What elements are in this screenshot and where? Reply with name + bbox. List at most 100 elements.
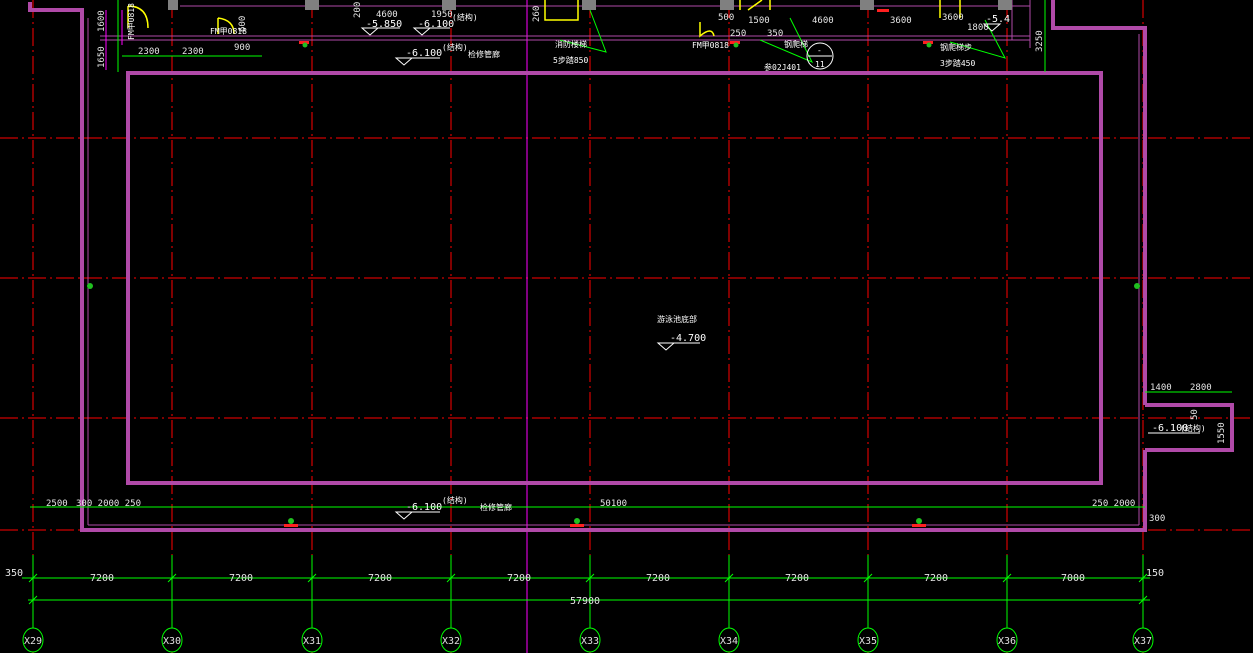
stair-mark-1 bbox=[544, 0, 579, 21]
dim-span-2: 7200 bbox=[229, 573, 253, 584]
elev-label-4: -5.4 bbox=[986, 14, 1010, 25]
top-dim-r-g: 250 bbox=[730, 29, 746, 39]
axis-label-x30: X30 bbox=[163, 636, 181, 647]
door-label-1: FM甲0818 bbox=[210, 27, 247, 36]
dim-right-offset: 150 bbox=[1146, 568, 1164, 579]
post-1 bbox=[168, 0, 178, 10]
top-dim-r-d: 3600 bbox=[890, 16, 912, 26]
stair-ref-2: 参02J401 bbox=[764, 62, 801, 72]
outer-walls bbox=[28, 0, 1234, 532]
axis-label-x33: X33 bbox=[581, 636, 599, 647]
top-dim-left-a: 2300 bbox=[138, 47, 160, 57]
axis-label-x32: X32 bbox=[442, 636, 460, 647]
elev-tri-pool bbox=[656, 342, 676, 351]
stair-label-1: 消防楼梯 bbox=[555, 39, 587, 49]
detail-circle-top: - bbox=[817, 46, 822, 55]
fixture-14 bbox=[733, 42, 739, 48]
top-dim-r-h: 350 bbox=[767, 29, 783, 39]
dim-span-4: 7200 bbox=[507, 573, 531, 584]
top-dim-left-c: 900 bbox=[234, 43, 250, 53]
post-7 bbox=[998, 0, 1012, 10]
post-6 bbox=[860, 0, 874, 10]
fixture-4 bbox=[877, 9, 889, 12]
bottom-labels: -6.100 (结构) 检修管廊 bbox=[406, 495, 512, 513]
inner-dim-right: 250 2000 bbox=[1092, 499, 1135, 509]
pool-elevation: -4.700 bbox=[670, 333, 706, 344]
dim-span-6: 7200 bbox=[785, 573, 809, 584]
dim-total: 57900 bbox=[570, 596, 600, 607]
fixture-7 bbox=[912, 524, 926, 527]
axis-label-x35: X35 bbox=[859, 636, 877, 647]
detail-marker: - 11 bbox=[806, 42, 834, 70]
wall-posts bbox=[168, 0, 1012, 10]
wall-inner-lines bbox=[87, 0, 1140, 526]
elev-note-3: (结构) bbox=[442, 42, 468, 52]
top-dim-r-e: 3600 bbox=[942, 13, 964, 23]
top-dim-r-a: 500 bbox=[718, 13, 734, 23]
inner-dim-mid: 50100 bbox=[600, 499, 627, 509]
fixture-6 bbox=[570, 524, 584, 527]
dim-span-5: 7200 bbox=[646, 573, 670, 584]
stair-mark-2 bbox=[739, 0, 771, 11]
dim-span-1: 7200 bbox=[90, 573, 114, 584]
inner-dim-texts: 2500 300 2000 250 50100 250 2000 300 bbox=[46, 499, 1165, 524]
fixture-10 bbox=[916, 518, 922, 524]
inner-dim-right-edge: 300 bbox=[1149, 514, 1165, 524]
stair-label-2: 钢爬梯 bbox=[784, 39, 808, 49]
top-dim-r-i: 3250 bbox=[1035, 30, 1045, 52]
stair-label-3: 钢爬梯步 bbox=[940, 42, 972, 52]
elevation-symbols bbox=[360, 23, 1200, 520]
fixture-8 bbox=[288, 518, 294, 524]
grid-lines bbox=[0, 0, 1253, 653]
room-dim-d: 1550 bbox=[1217, 422, 1227, 444]
elev-tri-top-3 bbox=[394, 57, 414, 66]
inner-dim-left-a: 2500 bbox=[46, 499, 68, 509]
stair-steps-1: 5步踏850 bbox=[553, 55, 588, 65]
room-dim-c: 50 bbox=[1190, 409, 1200, 420]
outer-wall-left bbox=[28, 2, 1147, 532]
fixture-12 bbox=[1134, 283, 1140, 289]
top-dim-r-b: 1500 bbox=[748, 16, 770, 26]
dim-span-7: 7200 bbox=[924, 573, 948, 584]
note-pipe-top: 检修管廊 bbox=[468, 49, 500, 59]
top-fixtures bbox=[127, 0, 961, 38]
top-dim-v-e: 260 bbox=[532, 6, 542, 22]
pool-name: 游泳池底部 bbox=[657, 314, 697, 324]
axis-label-x36: X36 bbox=[998, 636, 1016, 647]
pool-labels: 游泳池底部 -4.700 bbox=[657, 314, 706, 344]
bottom-elev: -6.100 bbox=[406, 502, 442, 513]
bottom-elev-note: (结构) bbox=[442, 495, 468, 505]
fixture-11 bbox=[87, 283, 93, 289]
dimension-lines bbox=[22, 0, 1232, 628]
stair-steps-3: 3步踏450 bbox=[940, 58, 975, 68]
post-3 bbox=[442, 0, 456, 10]
dim-left-offset: 350 bbox=[5, 568, 23, 579]
fixture-13 bbox=[302, 42, 308, 48]
top-labels: -5.850 -6.100 (结构) -6.100 (结构) -5.4 检修管廊… bbox=[127, 3, 1010, 72]
post-4 bbox=[582, 0, 596, 10]
top-dim-r-c: 4600 bbox=[812, 16, 834, 26]
detail-circle-bottom: 11 bbox=[815, 60, 825, 69]
elev-tri-bottom bbox=[394, 511, 414, 520]
room-dim-b: 2800 bbox=[1190, 383, 1212, 393]
inner-dim-left-b: 300 2000 250 bbox=[76, 499, 141, 509]
elev-label-3: -6.100 bbox=[406, 48, 442, 59]
bottom-dim-texts: 350 7200 7200 7200 7200 7200 7200 7200 7… bbox=[5, 568, 1164, 607]
axis-label-x29: X29 bbox=[24, 636, 42, 647]
top-dim-v-a: 1600 bbox=[97, 10, 107, 32]
door-label-3: FM甲0818 bbox=[127, 3, 136, 40]
elev-note-2: (结构) bbox=[452, 12, 478, 22]
cad-drawing-canvas[interactable]: - 11 X29 X30 X31 X32 X33 X34 X35 X36 X37… bbox=[0, 0, 1253, 653]
dim-span-3: 7200 bbox=[368, 573, 392, 584]
dim-span-8: 7000 bbox=[1061, 573, 1085, 584]
fixture-15 bbox=[926, 42, 932, 48]
fixture-9 bbox=[574, 518, 580, 524]
elev-label-1: -5.850 bbox=[366, 19, 402, 30]
fixture-marks bbox=[87, 9, 1140, 527]
axis-labels: X29 X30 X31 X32 X33 X34 X35 X36 X37 bbox=[24, 636, 1152, 647]
axis-label-x37: X37 bbox=[1134, 636, 1152, 647]
post-5 bbox=[720, 0, 734, 10]
top-dim-left-b: 2300 bbox=[182, 47, 204, 57]
top-dim-v-d: 200 bbox=[353, 2, 363, 18]
axis-label-x34: X34 bbox=[720, 636, 738, 647]
